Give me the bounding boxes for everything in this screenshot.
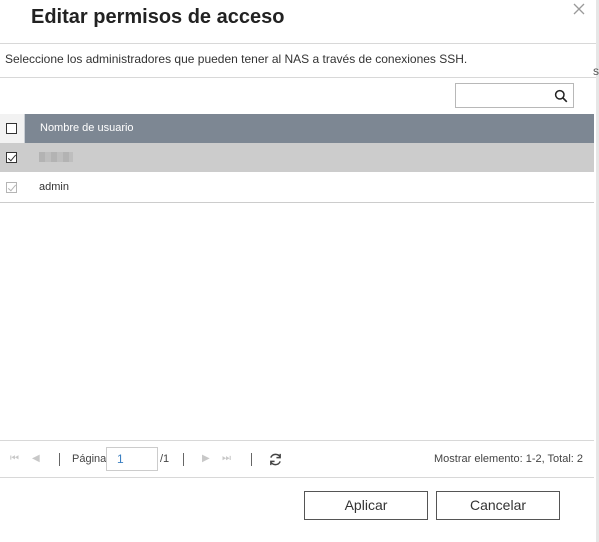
search-input[interactable] [455, 83, 574, 108]
grid-header: Nombre de usuario [0, 114, 594, 143]
close-icon[interactable] [570, 0, 588, 18]
next-page-icon[interactable]: ▶ [202, 454, 210, 464]
apply-button[interactable]: Aplicar [304, 491, 428, 520]
row-checkbox [6, 182, 17, 193]
dialog-description: Seleccione los administradores que puede… [5, 52, 468, 66]
username-cell: admin [39, 181, 69, 193]
pager-separator [251, 453, 252, 466]
table-row[interactable] [0, 143, 594, 172]
first-page-icon[interactable]: ⏮ [10, 454, 19, 464]
last-page-icon[interactable]: ⏭ [222, 454, 231, 464]
pager-separator [183, 453, 184, 466]
page-number-input[interactable]: 1 [106, 447, 158, 471]
table-row[interactable]: admin [0, 173, 594, 203]
background-text: s [593, 64, 599, 78]
pagination-bar: ⏮ ◀ Página 1 /1 ▶ ⏭ Mostrar elemento: 1-… [0, 440, 594, 478]
dialog-title: Editar permisos de acceso [31, 6, 285, 28]
page-label: Página [72, 453, 107, 465]
column-header-username[interactable]: Nombre de usuario [40, 122, 134, 134]
redacted-username [39, 152, 73, 162]
page-info: Mostrar elemento: 1-2, Total: 2 [434, 453, 583, 465]
cancel-button[interactable]: Cancelar [436, 491, 560, 520]
description-divider [0, 77, 596, 78]
refresh-icon[interactable] [268, 452, 283, 467]
total-pages: /1 [160, 453, 170, 465]
row-checkbox[interactable] [6, 152, 17, 163]
pager-separator [59, 453, 60, 466]
access-permissions-dialog: Editar permisos de acceso Seleccione los… [0, 0, 599, 542]
search-icon[interactable] [554, 89, 568, 103]
header-checkbox-cell [0, 114, 25, 143]
title-divider [0, 43, 596, 44]
select-all-checkbox[interactable] [6, 123, 17, 134]
previous-page-icon[interactable]: ◀ [32, 454, 40, 464]
